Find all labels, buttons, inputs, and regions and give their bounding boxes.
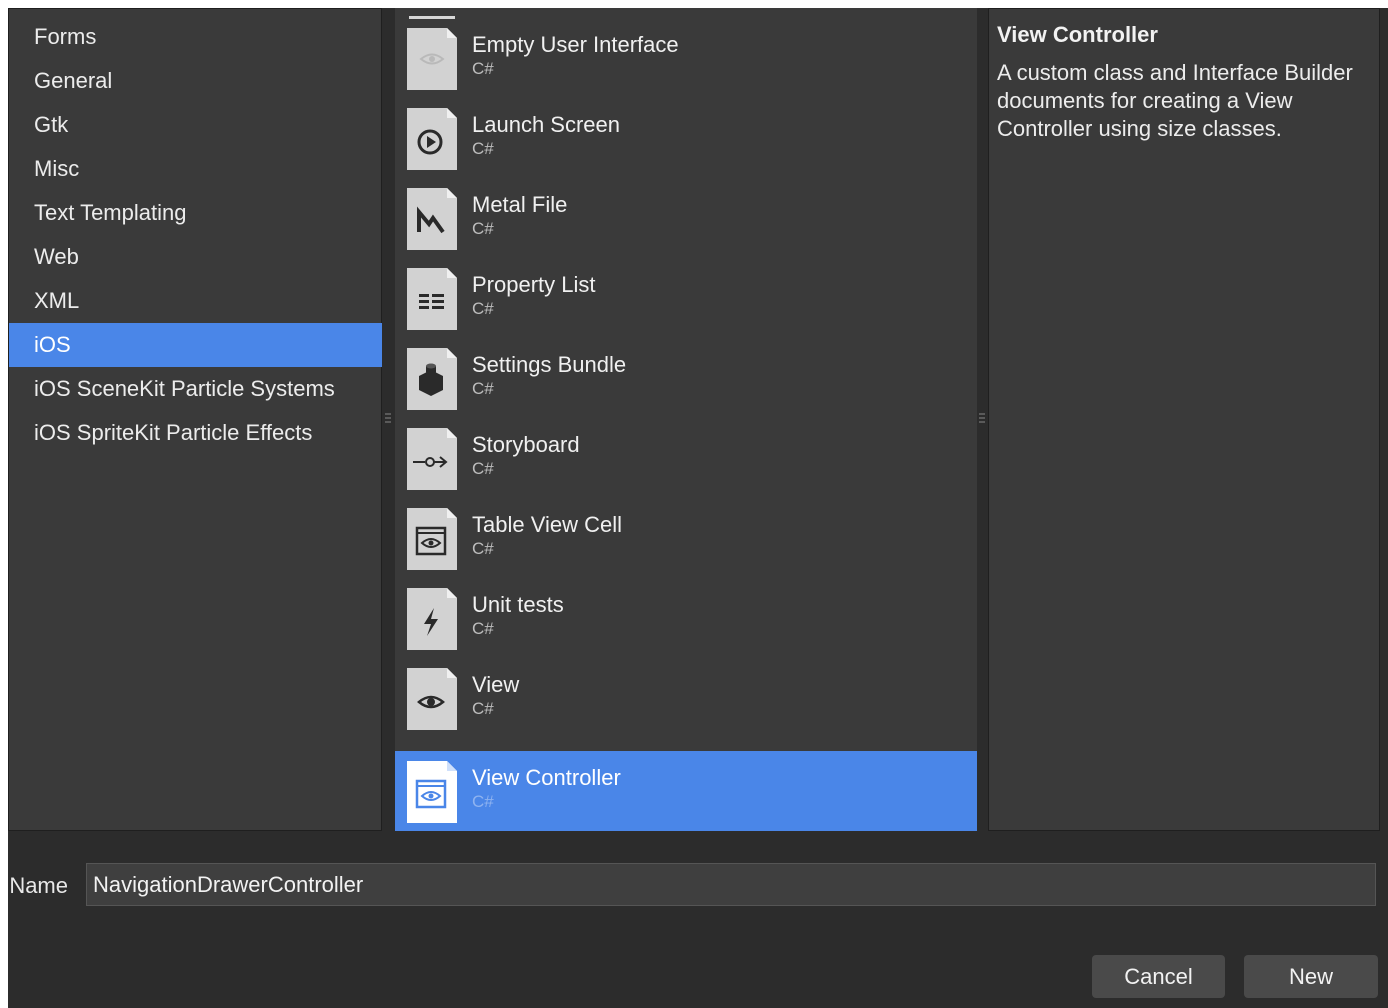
- template-item-storyboard[interactable]: Storyboard C#: [395, 418, 977, 498]
- template-language: C#: [472, 619, 494, 638]
- lego-brick-icon: [407, 348, 457, 410]
- category-item-forms[interactable]: Forms: [9, 15, 382, 59]
- template-language: C#: [472, 379, 494, 398]
- template-language: C#: [472, 699, 494, 718]
- lightning-icon: [407, 588, 457, 650]
- template-language: C#: [472, 539, 494, 558]
- name-input[interactable]: [86, 863, 1376, 906]
- window-eye-icon: [407, 761, 457, 823]
- pane-splitter-left[interactable]: [385, 413, 391, 427]
- template-item-launch-screen[interactable]: Launch Screen C#: [395, 98, 977, 178]
- template-name: Storyboard: [472, 432, 580, 457]
- cancel-button[interactable]: Cancel: [1092, 955, 1225, 998]
- template-name: Launch Screen: [472, 112, 620, 137]
- category-item-ios-spritekit-particle-effects[interactable]: iOS SpriteKit Particle Effects: [9, 411, 382, 455]
- template-name: View: [472, 672, 520, 697]
- list-icon: [407, 268, 457, 330]
- template-name: Metal File: [472, 192, 568, 217]
- pane-splitter-right[interactable]: [979, 413, 985, 427]
- window-eye-icon: [407, 508, 457, 570]
- template-language: C#: [472, 59, 494, 78]
- template-name: Settings Bundle: [472, 352, 627, 377]
- category-item-xml[interactable]: XML: [9, 279, 382, 323]
- eye-icon: [407, 28, 457, 90]
- template-language: C#: [472, 219, 494, 238]
- template-language: C#: [472, 459, 494, 478]
- template-description-pane: View Controller A custom class and Inter…: [988, 8, 1380, 831]
- new-file-dialog: Forms General Gtk Misc Text Templating W…: [8, 8, 1388, 1008]
- new-button[interactable]: New: [1244, 955, 1378, 998]
- template-item-view[interactable]: View C#: [395, 658, 977, 738]
- template-item-metal-file[interactable]: Metal File C#: [395, 178, 977, 258]
- template-name: View Controller: [472, 765, 621, 790]
- template-item-property-list[interactable]: Property List C#: [395, 258, 977, 338]
- template-name: Table View Cell: [472, 512, 623, 537]
- category-item-gtk[interactable]: Gtk: [9, 103, 382, 147]
- category-item-ios-scenekit-particle-systems[interactable]: iOS SceneKit Particle Systems: [9, 367, 382, 411]
- metal-icon: [407, 188, 457, 250]
- template-name: Unit tests: [472, 592, 564, 617]
- category-item-text-templating[interactable]: Text Templating: [9, 191, 382, 235]
- template-name: Property List: [472, 272, 596, 297]
- category-list: Forms General Gtk Misc Text Templating W…: [8, 8, 382, 831]
- template-item-unit-tests[interactable]: Unit tests C#: [395, 578, 977, 658]
- template-item-settings-bundle[interactable]: Settings Bundle C#: [395, 338, 977, 418]
- name-field-label: Name:: [8, 873, 68, 898]
- template-item-table-view-cell[interactable]: Table View Cell C#: [395, 498, 977, 578]
- template-item-empty-user-interface[interactable]: Empty User Interface C#: [395, 18, 977, 98]
- play-circle-icon: [407, 108, 457, 170]
- category-item-general[interactable]: General: [9, 59, 382, 103]
- template-language: C#: [472, 299, 494, 318]
- description-title: View Controller: [997, 22, 1158, 47]
- description-text: A custom class and Interface Builder doc…: [997, 60, 1353, 141]
- segue-arrow-icon: [407, 428, 457, 490]
- template-name: Empty User Interface: [472, 32, 679, 57]
- template-language: C#: [472, 792, 494, 811]
- template-item-view-controller[interactable]: View Controller C#: [395, 751, 977, 831]
- template-language: C#: [472, 139, 494, 158]
- category-item-misc[interactable]: Misc: [9, 147, 382, 191]
- eye-icon: [407, 668, 457, 730]
- category-item-ios[interactable]: iOS: [9, 323, 382, 367]
- category-item-web[interactable]: Web: [9, 235, 382, 279]
- template-list: Empty User Interface C# Launch Screen C#…: [395, 8, 977, 831]
